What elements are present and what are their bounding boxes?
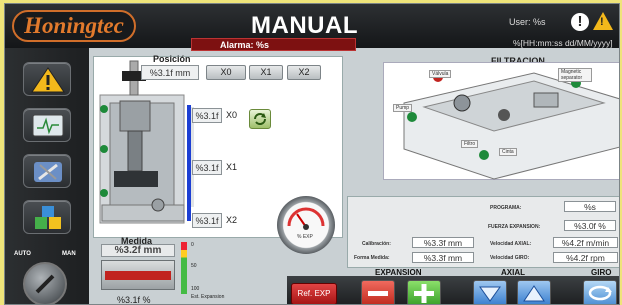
cubes-icon [35, 206, 61, 229]
measure-value: %3.2f mm [101, 244, 175, 257]
axial-down-button[interactable] [473, 280, 507, 304]
plus-icon [414, 284, 434, 303]
axial-speed-label: Velocidad AXIAL: [490, 241, 532, 247]
belt-tag: Cinta [499, 148, 517, 156]
position-label: Posición [153, 54, 191, 64]
refresh-button[interactable] [249, 109, 271, 129]
scale-caption: Est. Expansion [191, 294, 225, 300]
calibration-value: %3.3f mm [412, 237, 474, 248]
spin-speed-value: %4.2f rpm [553, 252, 618, 263]
spin-speed-label: Velocidad GIRO: [490, 255, 530, 261]
expansion-dial: % EXP [277, 196, 335, 254]
ref-exp-button[interactable]: Ref. EXP [291, 283, 337, 304]
alarms-button[interactable] [23, 62, 71, 96]
man-label: MAN [62, 251, 76, 257]
alarm-banner: Alarma: %s [191, 38, 356, 51]
separator-tag: Magnetic separator [558, 68, 592, 82]
rotate-icon [588, 285, 612, 301]
program-value: %s [564, 201, 616, 212]
refresh-icon [254, 113, 266, 125]
info-icon[interactable]: ! [571, 13, 589, 31]
force-value: %3.0f % [564, 220, 616, 231]
tools-button[interactable] [23, 154, 71, 188]
pump-tag: Pump [393, 104, 413, 112]
x2-label: X2 [226, 215, 238, 225]
auto-man-selector-knob[interactable] [23, 262, 67, 304]
expansion-scale [181, 242, 187, 294]
dial-caption: % EXP [297, 234, 313, 240]
force-label: FUERZA EXPANSION: [488, 224, 541, 230]
tools-icon [34, 162, 62, 182]
x0-label: X0 [226, 110, 238, 120]
sidebar: AUTO MAN [5, 48, 89, 304]
expansion-increase-button[interactable] [407, 280, 441, 304]
arrow-up-icon [523, 285, 545, 302]
x1-label: X1 [226, 162, 238, 172]
scale-low: 100 [191, 286, 200, 292]
axial-speed-value: %4.2f m/min [553, 237, 618, 248]
minus-icon [368, 291, 388, 296]
valve-tag: Válvula [429, 70, 452, 78]
goto-x2-button[interactable]: X2 [287, 65, 321, 80]
datetime-display: %[HH:mm:ss dd/MM/yyyy] [513, 38, 613, 48]
hmi-screen: Honingtec MANUAL User: %s ! ! %[HH:mm:ss… [4, 3, 620, 305]
warning-icon[interactable]: ! [593, 12, 613, 30]
auto-label: AUTO [14, 251, 31, 257]
warning-icon [31, 67, 65, 93]
honingtec-logo: Honingtec [12, 10, 136, 42]
program-label: PROGRAMA: [490, 205, 522, 211]
filter-tag: Filtro [461, 140, 479, 148]
scale-top: 0 [191, 242, 194, 248]
x0-value: %3.1f [192, 108, 222, 123]
monitor-button[interactable] [23, 108, 71, 142]
spin-toggle-button[interactable] [583, 280, 617, 304]
monitor-graph-icon [32, 114, 64, 137]
user-label: User: %s [509, 17, 546, 27]
program-panel: PROGRAMA: %s FUERZA EXPANSION: %3.0f % C… [347, 196, 619, 268]
goto-x0-button[interactable]: X0 [206, 65, 246, 80]
measure-form-label: Forma Medida: [354, 255, 390, 261]
axial-up-button[interactable] [517, 280, 551, 304]
measure-form-value: %3.3f mm [412, 252, 474, 263]
scale-mid: 50 [191, 263, 197, 269]
x1-value: %3.1f [192, 160, 222, 175]
arrow-down-icon [479, 286, 501, 302]
knob-indicator-icon [35, 274, 55, 294]
position-bar [187, 105, 191, 221]
expansion-decrease-button[interactable] [361, 280, 395, 304]
measure-fill [105, 271, 171, 280]
calibration-label: Calibración: [362, 241, 391, 247]
dial-needle-icon [287, 207, 325, 230]
page-title: MANUAL [251, 12, 358, 39]
x2-value: %3.1f [192, 213, 222, 228]
position-value: %3.1f mm [141, 65, 199, 80]
goto-x1-button[interactable]: X1 [249, 65, 283, 80]
measure-percent: %3.1f % [117, 295, 151, 305]
measure-bar [101, 260, 175, 290]
blocks-button[interactable] [23, 200, 71, 234]
